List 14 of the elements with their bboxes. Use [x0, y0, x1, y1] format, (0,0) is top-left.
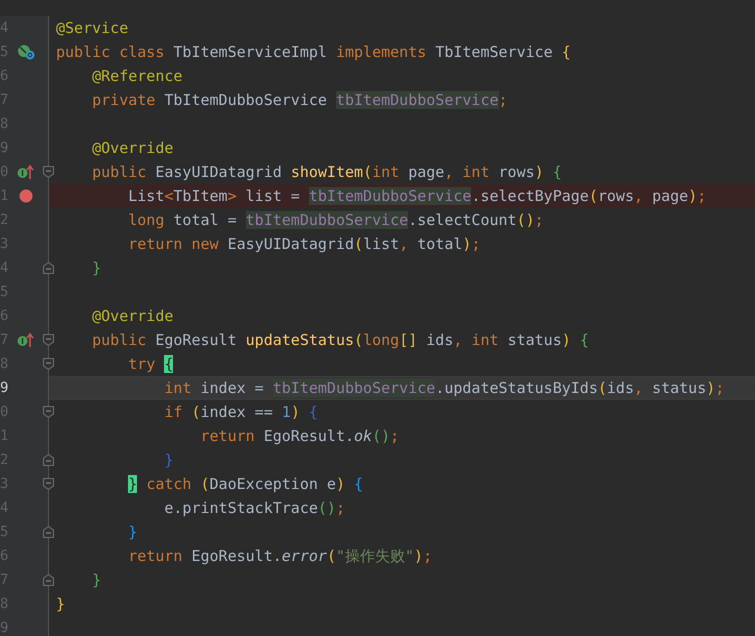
fold-icon[interactable]	[43, 262, 54, 274]
override-icon[interactable]	[17, 332, 35, 348]
fold-icon[interactable]	[43, 526, 54, 538]
line-number: 9	[0, 380, 10, 396]
fold-icon[interactable]	[43, 478, 54, 490]
override-icon[interactable]	[17, 164, 35, 180]
fold-icon[interactable]	[43, 406, 54, 418]
fold-icon[interactable]	[43, 166, 54, 178]
implementation-icon[interactable]	[17, 44, 35, 60]
fold-icon[interactable]	[43, 574, 54, 586]
fold-icon[interactable]	[43, 334, 54, 346]
breakpoint-icon[interactable]	[19, 189, 33, 203]
fold-icon[interactable]	[43, 358, 54, 370]
fold-icon[interactable]	[43, 454, 54, 466]
